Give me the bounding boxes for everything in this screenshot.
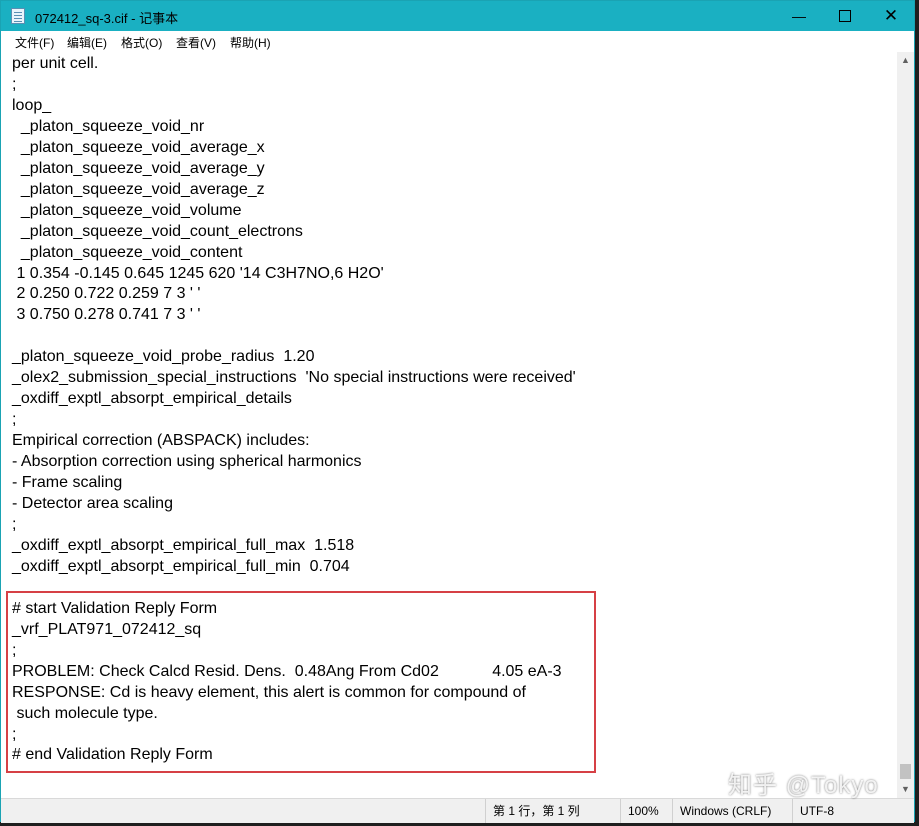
scroll-down-arrow-icon[interactable]: ▼ [897,781,914,798]
scroll-up-arrow-icon[interactable]: ▲ [897,52,914,69]
menu-edit[interactable]: 编辑(E) [67,34,107,51]
menu-view[interactable]: 查看(V) [176,34,216,51]
menu-bar: 文件(F) 编辑(E) 格式(O) 查看(V) 帮助(H) [1,31,914,53]
text-editor-area[interactable]: per unit cell. ; loop_ _platon_squeeze_v… [1,52,897,798]
status-line-ending: Windows (CRLF) [672,799,792,823]
validation-reply-highlight-box [6,591,596,773]
scroll-thumb[interactable] [900,764,911,779]
menu-file[interactable]: 文件(F) [15,34,54,51]
notepad-app-icon [11,8,25,24]
watermark: 知乎 @Tokyo [728,772,879,799]
close-button[interactable]: ✕ [868,1,914,31]
status-encoding: UTF-8 [792,799,914,823]
status-cursor-position: 第 1 行，第 1 列 [485,799,620,823]
notepad-window: 072412_sq-3.cif - 记事本 — ✕ 文件(F) 编辑(E) 格式… [0,0,915,823]
close-icon: ✕ [883,6,899,25]
title-bar[interactable]: 072412_sq-3.cif - 记事本 — ✕ [1,1,914,31]
maximize-button[interactable] [822,1,868,31]
maximize-icon [839,10,851,23]
vertical-scrollbar[interactable]: ▲ ▼ [897,52,914,798]
window-title: 072412_sq-3.cif - 记事本 [35,11,179,26]
menu-format[interactable]: 格式(O) [121,34,162,51]
status-bar: 第 1 行，第 1 列 100% Windows (CRLF) UTF-8 [1,798,914,823]
status-zoom: 100% [620,799,672,823]
minimize-icon: — [792,8,806,24]
minimize-button[interactable]: — [776,1,822,31]
menu-help[interactable]: 帮助(H) [230,34,271,51]
